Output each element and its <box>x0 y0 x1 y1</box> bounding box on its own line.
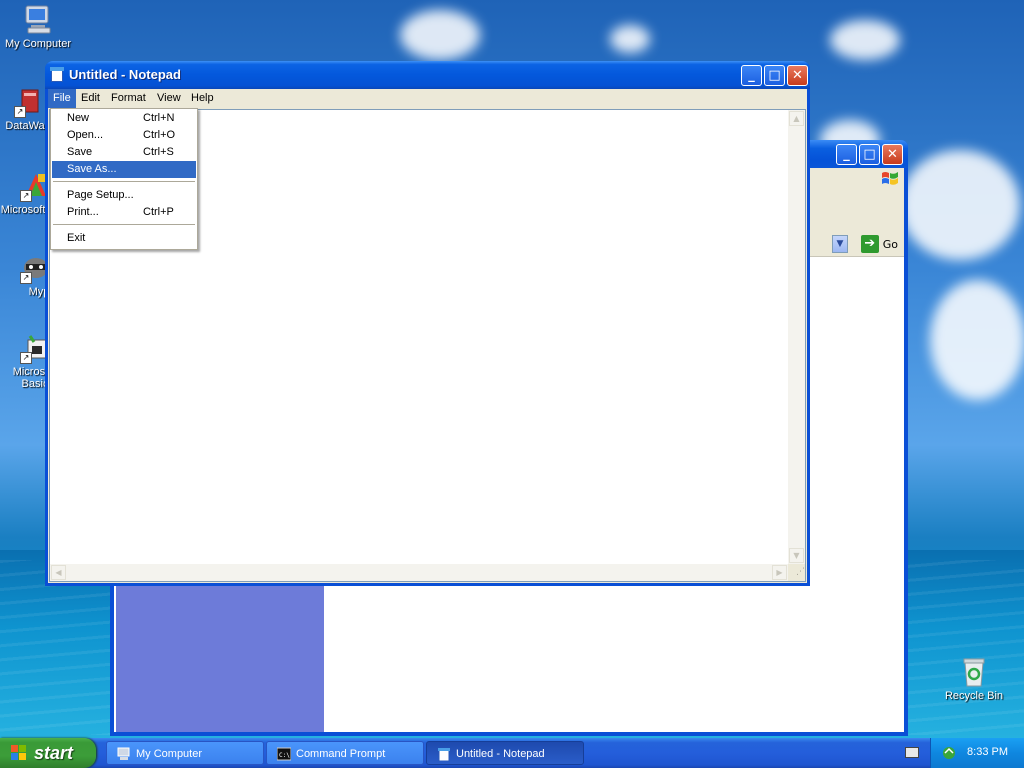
maximize-button[interactable]: □ <box>764 65 785 86</box>
windows-logo-icon <box>11 745 28 761</box>
menu-item-exit[interactable]: Exit <box>52 230 196 247</box>
windows-logo-icon <box>882 172 898 185</box>
menu-bar: File Edit Format View Help <box>48 89 807 108</box>
shortcut-arrow-icon: ↗ <box>14 106 26 118</box>
menu-item-save[interactable]: Save Ctrl+S <box>52 144 196 161</box>
recycle-bin-icon <box>958 656 990 688</box>
taskbar-button-label: My Computer <box>136 748 203 760</box>
clock[interactable]: 8:33 PM <box>967 746 1008 758</box>
menu-file[interactable]: File <box>48 89 76 108</box>
menu-separator <box>53 224 195 225</box>
taskbar-button-label: Untitled - Notepad <box>456 748 545 760</box>
go-label: Go <box>882 237 898 251</box>
system-tray: 8:33 PM <box>930 738 1024 768</box>
desktop-icon-recycle-bin[interactable]: Recycle Bin <box>936 656 1012 702</box>
scroll-right-button[interactable]: ▶ <box>772 565 787 580</box>
resize-grip[interactable]: ⋰ <box>788 564 805 581</box>
go-arrow-icon: ➔ <box>860 235 879 253</box>
svg-text:C:\: C:\ <box>279 752 290 759</box>
notepad-icon[interactable] <box>50 67 64 82</box>
desktop-icon-label: My Computer <box>4 38 72 50</box>
network-icon[interactable] <box>941 745 957 761</box>
start-label: start <box>34 743 74 763</box>
shortcut-arrow-icon: ↗ <box>20 272 32 284</box>
menu-item-page-setup[interactable]: Page Setup... <box>52 187 196 204</box>
command-prompt-icon: C:\ <box>277 747 291 761</box>
taskbar-button-notepad[interactable]: Untitled - Notepad <box>426 741 584 765</box>
desktop-icon-my-computer[interactable]: My Computer <box>0 4 76 50</box>
menu-item-label: Open... <box>67 129 104 141</box>
desktop-icon-label: Recycle Bin <box>944 690 1004 702</box>
menu-item-print[interactable]: Print... Ctrl+P <box>52 204 196 221</box>
menu-item-label: Exit <box>67 232 86 244</box>
menu-item-label: Save <box>67 146 93 158</box>
file-menu-dropdown: New Ctrl+N Open... Ctrl+O Save Ctrl+S Sa… <box>50 108 198 250</box>
my-computer-icon <box>22 4 54 36</box>
menu-item-label: Page Setup... <box>67 189 134 201</box>
horizontal-scrollbar[interactable]: ◀ ▶ <box>50 564 788 581</box>
notepad-icon <box>438 748 450 761</box>
taskbar: start My Computer C:\ Command Prompt Unt… <box>0 738 1024 768</box>
taskbar-button-my-computer[interactable]: My Computer <box>106 741 264 765</box>
menu-view[interactable]: View <box>152 89 186 108</box>
menu-separator <box>53 181 195 182</box>
minimize-button[interactable]: _ <box>741 65 762 86</box>
scroll-down-button[interactable]: ▼ <box>789 548 804 563</box>
menu-item-shortcut: Ctrl+O <box>143 129 176 141</box>
scroll-up-button[interactable]: ▲ <box>789 111 804 126</box>
taskbar-button-label: Command Prompt <box>296 748 386 760</box>
scroll-left-button[interactable]: ◀ <box>51 565 66 580</box>
menu-edit[interactable]: Edit <box>76 89 105 108</box>
start-button[interactable]: start <box>0 738 96 768</box>
close-button[interactable]: ✕ <box>882 144 903 165</box>
notepad-title-bar[interactable]: Untitled - Notepad _ □ ✕ <box>45 61 810 89</box>
shortcut-arrow-icon: ↗ <box>20 352 32 364</box>
minimize-button[interactable]: _ <box>836 144 857 165</box>
shortcut-arrow-icon: ↗ <box>20 190 32 202</box>
menu-help[interactable]: Help <box>186 89 219 108</box>
menu-format[interactable]: Format <box>106 89 151 108</box>
menu-item-shortcut: Ctrl+P <box>143 206 174 218</box>
menu-item-shortcut: Ctrl+S <box>143 146 174 158</box>
menu-item-save-as[interactable]: Save As... <box>52 161 196 178</box>
menu-item-label: New <box>67 112 90 124</box>
taskbar-button-command-prompt[interactable]: C:\ Command Prompt <box>266 741 424 765</box>
address-dropdown-button[interactable]: ▼ <box>832 235 848 253</box>
menu-item-new[interactable]: New Ctrl+N <box>52 110 196 127</box>
menu-item-open[interactable]: Open... Ctrl+O <box>52 127 196 144</box>
my-computer-icon <box>117 747 130 760</box>
menu-item-shortcut: Ctrl+N <box>143 112 175 124</box>
vertical-scrollbar[interactable]: ▲ ▼ <box>788 110 805 564</box>
maximize-button[interactable]: □ <box>859 144 880 165</box>
keyboard-icon[interactable] <box>905 747 919 758</box>
close-button[interactable]: ✕ <box>787 65 808 86</box>
menu-item-label: Print... <box>67 206 99 218</box>
database-shortcut-icon: ↗ <box>14 86 46 118</box>
menu-item-label: Save As... <box>67 163 117 175</box>
window-title: Untitled - Notepad <box>69 67 181 82</box>
go-button[interactable]: ➔ Go <box>860 235 898 253</box>
